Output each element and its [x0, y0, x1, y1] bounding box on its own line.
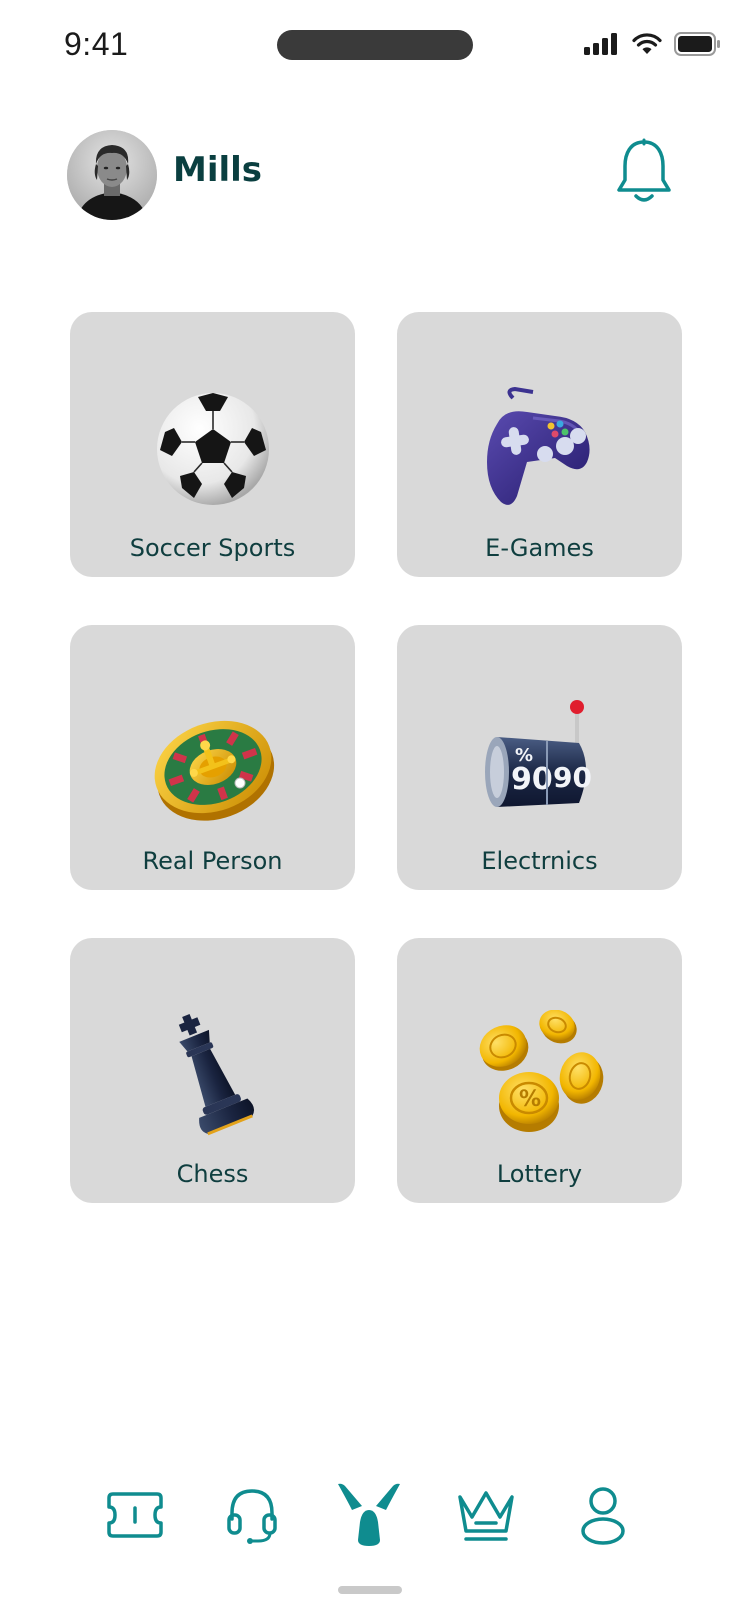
profile-icon: [581, 1487, 625, 1545]
category-grid: Soccer Sports E-Games Real Person % 90 9…: [70, 312, 682, 1203]
category-label: Chess: [176, 1160, 249, 1188]
soccer-ball-icon: [156, 393, 269, 505]
bell-icon: [617, 138, 671, 202]
category-card-real-person[interactable]: Real Person: [70, 625, 355, 890]
status-time: 9:41: [64, 26, 129, 62]
nav-item-vip[interactable]: [451, 1480, 521, 1550]
avatar-photo: [67, 130, 157, 220]
notification-button[interactable]: [616, 138, 672, 208]
crown-icon: [458, 1491, 514, 1541]
category-label: Soccer Sports: [129, 534, 296, 562]
wifi-icon: [632, 33, 662, 54]
user-avatar[interactable]: [67, 130, 157, 220]
headset-icon: [227, 1489, 277, 1544]
category-card-lottery[interactable]: % Lottery: [397, 938, 682, 1203]
svg-text:%: %: [519, 1087, 541, 1112]
gamepad-icon: [486, 386, 590, 505]
svg-text:90: 90: [553, 761, 592, 794]
nav-item-tickets[interactable]: [100, 1480, 170, 1550]
status-icons: [584, 32, 720, 56]
slot-machine-icon: % 90 90: [484, 700, 592, 807]
home-logo-icon: [338, 1483, 400, 1546]
status-bar: 9:41: [0, 0, 750, 90]
chess-king-icon: [178, 1013, 254, 1136]
category-label: Real Person: [142, 847, 283, 875]
category-label: Electrnics: [481, 847, 598, 875]
cellular-signal-icon: [584, 33, 617, 55]
roulette-wheel-icon: [154, 720, 274, 821]
ticket-icon: [107, 1492, 163, 1538]
category-label: E-Games: [485, 534, 594, 562]
category-card-soccer-sports[interactable]: Soccer Sports: [70, 312, 355, 577]
category-card-e-games[interactable]: E-Games: [397, 312, 682, 577]
category-label: Lottery: [496, 1160, 583, 1188]
dynamic-island: [277, 30, 473, 60]
nav-item-support[interactable]: [217, 1480, 287, 1550]
category-card-chess[interactable]: Chess: [70, 938, 355, 1203]
home-indicator[interactable]: [338, 1586, 402, 1594]
gold-coins-icon: %: [479, 1010, 603, 1132]
nav-item-profile[interactable]: [568, 1480, 638, 1550]
bottom-navigation: [0, 1480, 750, 1570]
category-card-electronics[interactable]: % 90 90 Electrnics: [397, 625, 682, 890]
nav-item-home[interactable]: [334, 1480, 404, 1550]
user-name: Mills: [173, 150, 263, 190]
battery-icon: [674, 32, 720, 56]
